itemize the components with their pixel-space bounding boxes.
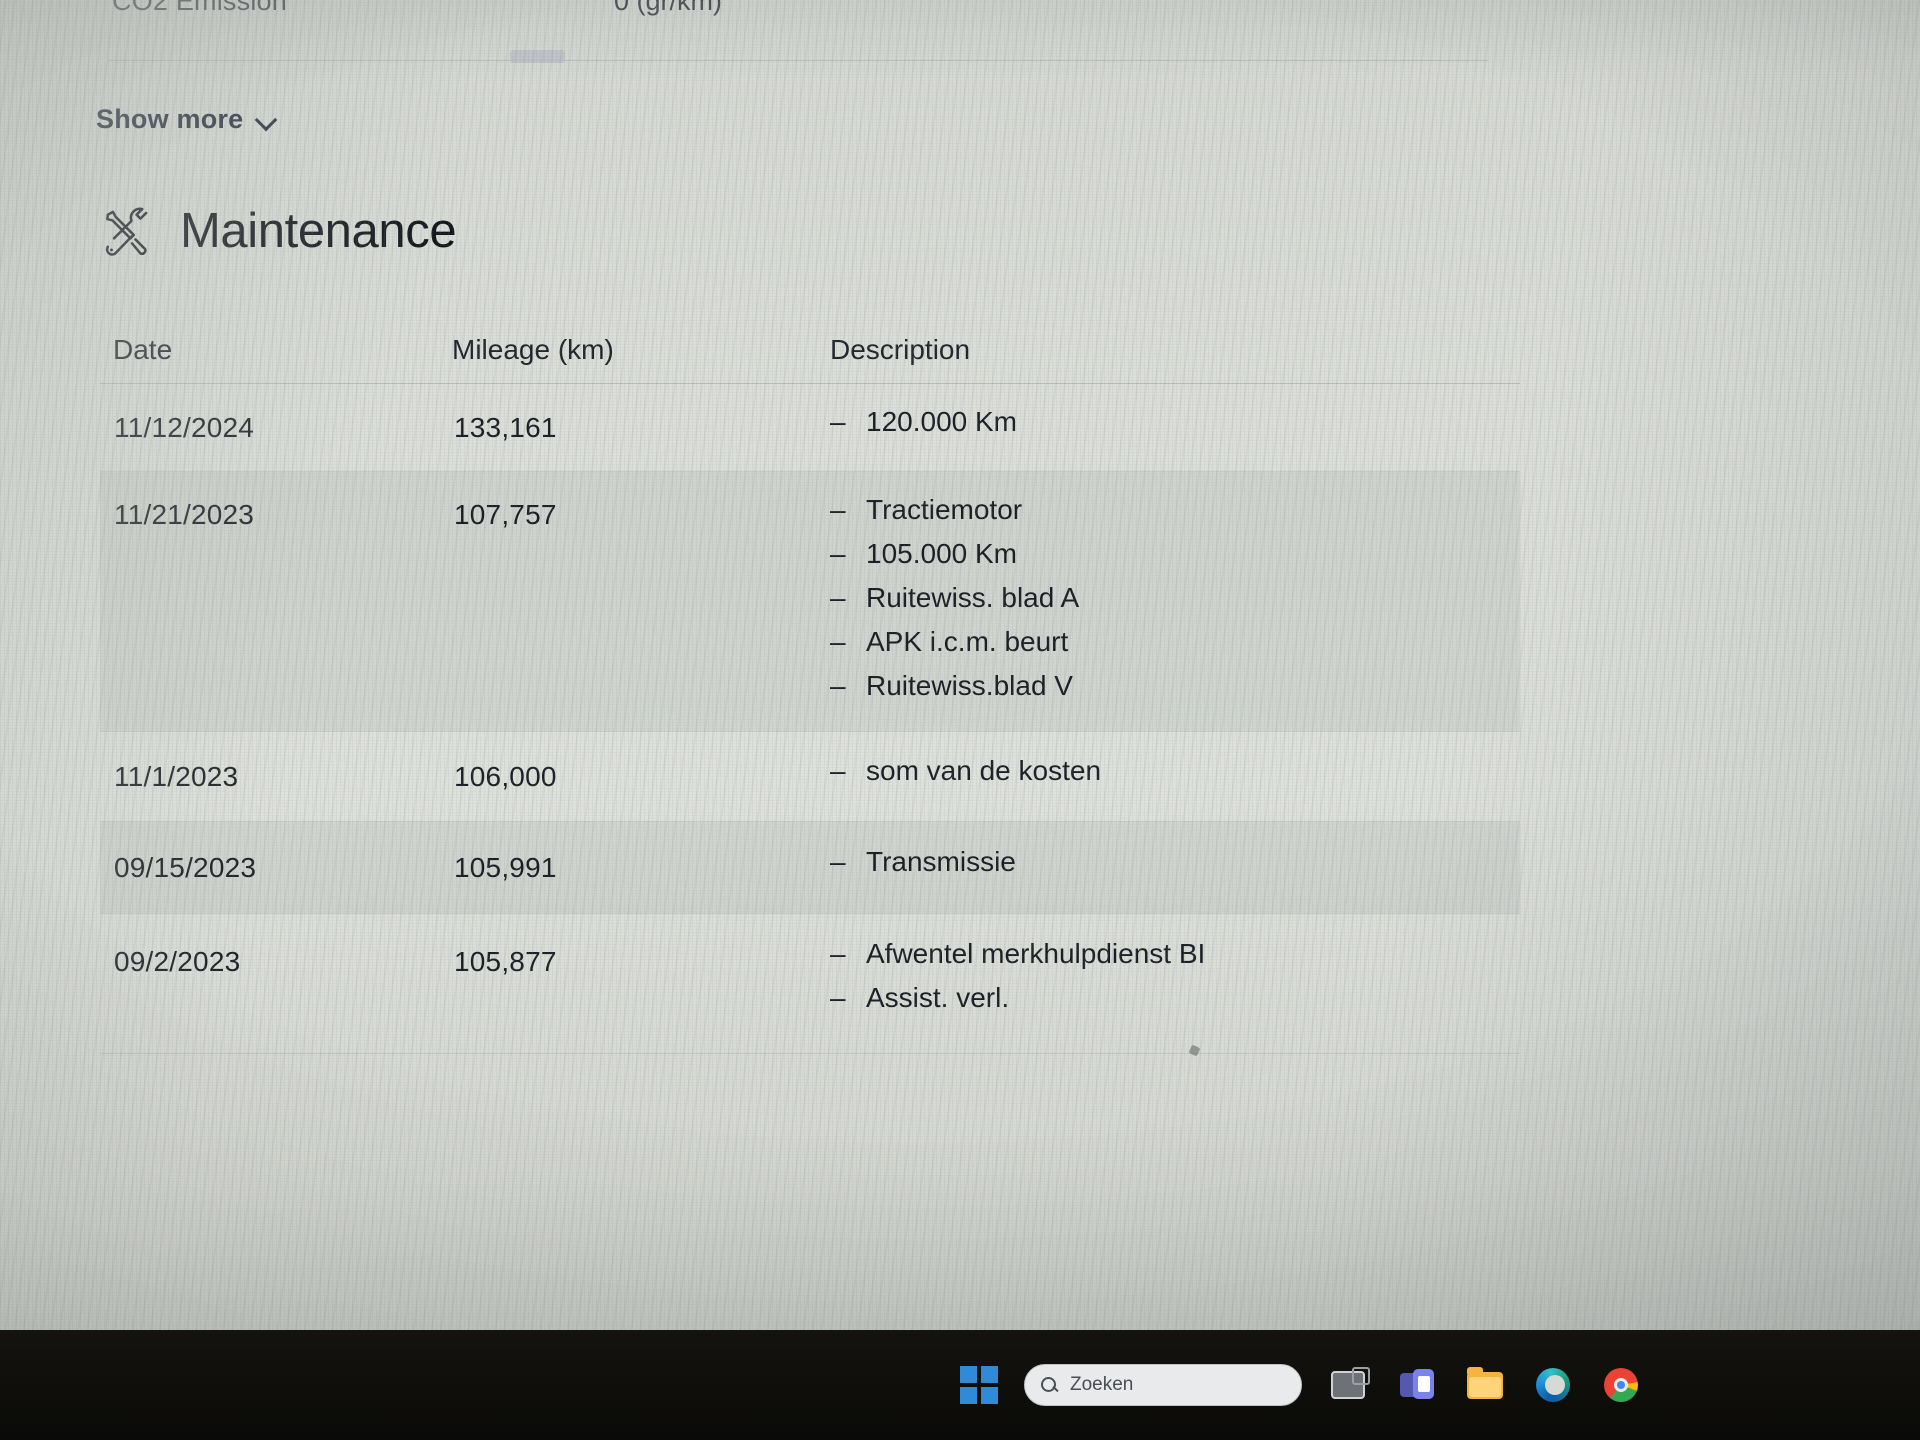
- taskbar-items: Zoeken: [960, 1344, 1920, 1426]
- table-row[interactable]: 11/12/2024 133,161 –120.000 Km: [100, 384, 1520, 472]
- bullet-dash-icon: –: [830, 582, 846, 613]
- description-item: – Tractiemotor: [830, 488, 1079, 532]
- column-header-description: Description: [830, 334, 971, 365]
- web-page-content: CO2 Emission 0 (gr/km) Show more Mainten…: [0, 0, 1920, 1330]
- cell-date: 11/1/2023: [114, 761, 239, 792]
- bullet-dash-icon: –: [830, 755, 846, 786]
- cell-description: – Transmissie: [830, 840, 1016, 884]
- description-item: –105.000 Km: [830, 532, 1079, 576]
- description-item: – Afwentel merkhulpdienst BI: [830, 932, 1205, 976]
- task-view-icon[interactable]: [1328, 1364, 1370, 1406]
- cell-mileage: 133,161: [454, 412, 557, 443]
- cell-date: 11/21/2023: [114, 499, 255, 530]
- bullet-dash-icon: –: [830, 494, 846, 525]
- co2-emission-label: CO2 Emission: [112, 0, 287, 16]
- cell-description: – Afwentel merkhulpdienst BI – Assist. ver…: [830, 932, 1205, 1020]
- bullet-dash-icon: –: [830, 538, 846, 569]
- description-item: – Ruitewiss. blad A: [830, 576, 1079, 620]
- search-icon: [1041, 1376, 1058, 1394]
- table-row[interactable]: 09/15/2023 105,991 – Transmissie: [100, 822, 1520, 914]
- description-item: – APK i.c.m. beurt: [830, 620, 1079, 664]
- cell-description: –120.000 Km: [830, 400, 1017, 444]
- file-explorer-icon[interactable]: [1464, 1364, 1506, 1406]
- cell-date: 09/15/2023: [114, 852, 257, 883]
- search-input[interactable]: Zoeken: [1024, 1364, 1302, 1406]
- spec-divider: [108, 60, 1488, 61]
- monitor-screen: CO2 Emission 0 (gr/km) Show more Mainten…: [0, 0, 1920, 1330]
- description-item: – Transmissie: [830, 840, 1016, 884]
- search-placeholder: Zoeken: [1070, 1374, 1134, 1395]
- table-row[interactable]: 09/2/2023 105,877 – Afwentel merkhulpdien…: [100, 914, 1520, 1054]
- maintenance-table: Date Mileage (km) Description 11/12/2024…: [100, 300, 1520, 1054]
- microsoft-edge-icon[interactable]: [1532, 1364, 1574, 1406]
- windows-taskbar: Zoeken: [0, 1330, 1920, 1440]
- description-item: – som van de kosten: [830, 749, 1101, 793]
- photograph-of-monitor: CO2 Emission 0 (gr/km) Show more Mainten…: [0, 0, 1920, 1440]
- row-highlight: [100, 472, 1520, 731]
- tools-icon: [100, 204, 154, 258]
- cell-description: – Tractiemotor –105.000 Km – Ruitewiss. bl…: [830, 488, 1079, 708]
- cell-mileage: 105,877: [454, 946, 557, 977]
- row-highlight: [100, 822, 1520, 913]
- cell-mileage: 106,000: [454, 761, 557, 792]
- bullet-dash-icon: –: [830, 670, 846, 701]
- bullet-dash-icon: –: [830, 982, 846, 1013]
- cell-description: – som van de kosten: [830, 749, 1101, 793]
- co2-emission-value: 0 (gr/km): [614, 0, 722, 16]
- cell-mileage: 105,991: [454, 852, 557, 883]
- table-row[interactable]: 11/21/2023 107,757 – Tractiemotor –105.00…: [100, 472, 1520, 732]
- page-title: Maintenance: [180, 204, 457, 258]
- cell-date: 11/12/2024: [114, 412, 255, 443]
- windows-start-icon[interactable]: [960, 1366, 998, 1404]
- google-chrome-icon[interactable]: [1600, 1364, 1642, 1406]
- column-header-date: Date: [113, 334, 173, 365]
- row-divider: [100, 1053, 1520, 1054]
- description-item: – Ruitewiss.blad V: [830, 664, 1079, 708]
- chevron-down-icon: [256, 109, 278, 131]
- table-header-row: Date Mileage (km) Description: [100, 300, 1520, 384]
- cell-mileage: 107,757: [454, 499, 557, 530]
- bullet-dash-icon: –: [830, 938, 846, 969]
- maintenance-section-header: Maintenance: [100, 203, 457, 259]
- column-header-mileage: Mileage (km): [452, 334, 614, 365]
- cell-date: 09/2/2023: [114, 946, 241, 977]
- show-more-label: Show more: [96, 104, 244, 134]
- description-item: –120.000 Km: [830, 400, 1017, 444]
- bullet-dash-icon: –: [830, 406, 846, 437]
- description-item: – Assist. verl.: [830, 976, 1205, 1020]
- show-more-button[interactable]: Show more: [96, 104, 278, 135]
- bullet-dash-icon: –: [830, 846, 846, 877]
- bullet-dash-icon: –: [830, 626, 846, 657]
- microsoft-teams-icon[interactable]: [1396, 1364, 1438, 1406]
- co2-emission-row: CO2 Emission 0 (gr/km): [112, 0, 1432, 18]
- spec-chip: [510, 50, 565, 63]
- table-row[interactable]: 11/1/2023 106,000 – som van de kosten: [100, 732, 1520, 822]
